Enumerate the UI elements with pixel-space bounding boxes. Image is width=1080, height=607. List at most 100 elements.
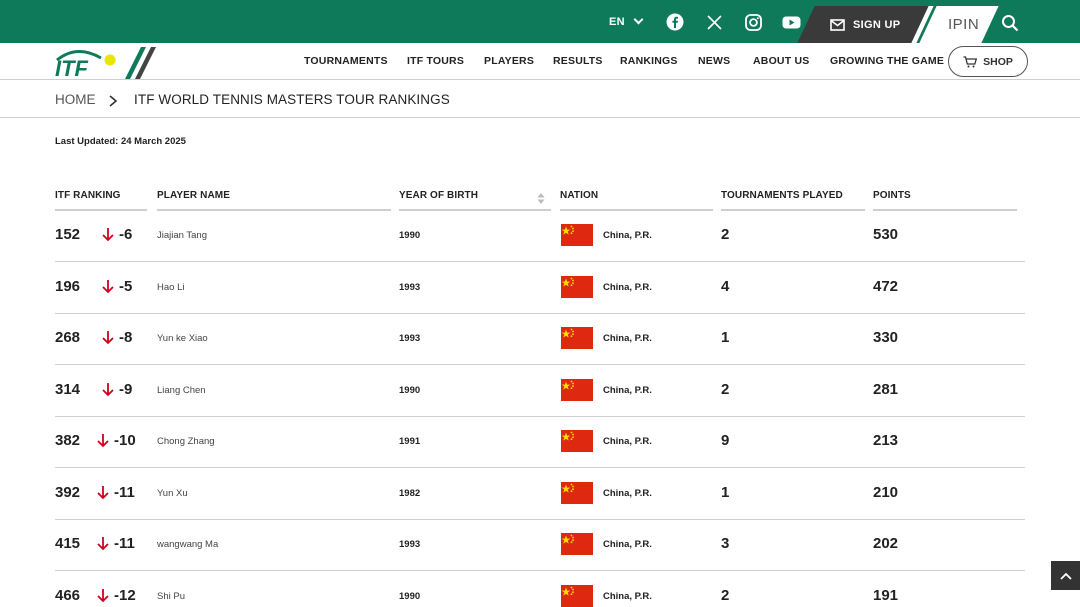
player-name-link[interactable]: Shi Pu — [157, 591, 185, 602]
points-value: 472 — [873, 277, 899, 295]
ranking-value: 415 — [55, 535, 81, 552]
nav-itf-tours[interactable]: ITF TOURS — [407, 55, 464, 67]
col-header-player-name[interactable]: PLAYER NAME — [157, 190, 230, 201]
col-header-year-of-birth[interactable]: YEAR OF BIRTH — [399, 190, 478, 201]
table-row[interactable]: 382 -10 Chong Zhang 1991 China, P.R. 9 213 — [55, 417, 1025, 468]
ranking-value: 382 — [55, 432, 81, 449]
ipin-link[interactable]: IPIN — [948, 6, 979, 43]
points-value: 281 — [873, 380, 899, 398]
col-header-points[interactable]: POINTS — [873, 190, 911, 201]
signup-button[interactable]: SIGN UP — [830, 6, 900, 43]
breadcrumb-home[interactable]: HOME — [55, 92, 96, 107]
tournaments-played: 2 — [721, 226, 730, 243]
instagram-icon[interactable] — [743, 12, 763, 32]
table-row[interactable]: 466 -12 Shi Pu 1990 China, P.R. 2 191 — [55, 572, 1025, 607]
tournaments-played: 9 — [721, 432, 730, 449]
table-row[interactable]: 314 -9 Liang Chen 1990 China, P.R. 2 281 — [55, 366, 1025, 417]
shop-button[interactable]: SHOP — [948, 46, 1028, 77]
year-of-birth: 1993 — [399, 333, 421, 344]
tournaments-played: 4 — [721, 277, 730, 295]
player-name-link[interactable]: wangwang Ma — [157, 539, 218, 550]
year-of-birth: 1990 — [399, 230, 421, 241]
year-of-birth: 1982 — [399, 487, 421, 499]
table-row[interactable]: 196 -5 Hao Li 1993 China, P.R. 4 472 — [55, 263, 1025, 314]
points-value: 202 — [873, 535, 899, 552]
china-flag-icon — [561, 327, 593, 349]
arrow-down-icon — [97, 588, 109, 603]
nav-news[interactable]: NEWS — [698, 55, 730, 67]
col-header-ranking[interactable]: ITF RANKING — [55, 190, 121, 201]
player-name-link[interactable]: Yun ke Xiao — [157, 333, 208, 344]
language-label: EN — [609, 15, 625, 28]
chevron-up-icon — [1059, 572, 1072, 580]
ranking-movement: -6 — [119, 226, 133, 243]
arrow-down-icon — [97, 536, 109, 551]
facebook-icon[interactable] — [665, 12, 685, 32]
arrow-down-icon — [97, 485, 109, 500]
tournaments-played: 3 — [721, 535, 730, 552]
arrow-down-icon — [102, 279, 114, 294]
cart-icon — [963, 55, 978, 67]
ranking-value: 268 — [55, 329, 81, 346]
table-row[interactable]: 152 -6 Jiajian Tang 1990 China, P.R. 2 530 — [55, 211, 1025, 262]
ranking-value: 152 — [55, 226, 81, 243]
envelope-icon — [830, 18, 845, 31]
year-of-birth: 1993 — [399, 281, 421, 293]
nation-name: China, P.R. — [603, 590, 652, 602]
sort-icon[interactable] — [537, 192, 545, 205]
nation-name: China, P.R. — [603, 487, 652, 499]
nation-name: China, P.R. — [603, 281, 652, 293]
player-name-link[interactable]: Yun Xu — [157, 488, 188, 499]
player-name-link[interactable]: Hao Li — [157, 282, 184, 293]
player-name-link[interactable]: Jiajian Tang — [157, 230, 207, 241]
arrow-down-icon — [102, 330, 114, 345]
tournaments-played: 1 — [721, 483, 730, 501]
points-value: 530 — [873, 226, 899, 243]
ranking-value: 392 — [55, 483, 81, 501]
year-of-birth: 1991 — [399, 436, 421, 447]
col-header-nation[interactable]: NATION — [560, 190, 598, 201]
ranking-movement: -9 — [119, 380, 133, 398]
search-icon[interactable] — [1001, 14, 1019, 32]
points-value: 213 — [873, 432, 899, 449]
player-name-link[interactable]: Chong Zhang — [157, 436, 215, 447]
youtube-icon[interactable] — [781, 12, 801, 32]
nav-rankings[interactable]: RANKINGS — [620, 55, 678, 67]
col-header-tournaments-played[interactable]: TOURNAMENTS PLAYED — [721, 190, 843, 201]
nav-players[interactable]: PLAYERS — [484, 55, 534, 67]
nav-about-us[interactable]: ABOUT US — [753, 55, 809, 67]
ranking-value: 314 — [55, 380, 81, 398]
tournaments-played: 2 — [721, 586, 730, 604]
breadcrumb-current: ITF WORLD TENNIS MASTERS TOUR RANKINGS — [134, 92, 450, 107]
china-flag-icon — [561, 224, 593, 246]
svg-text:ITF: ITF — [55, 56, 89, 80]
china-flag-icon — [561, 430, 593, 452]
table-row[interactable]: 268 -8 Yun ke Xiao 1993 China, P.R. 1 330 — [55, 314, 1025, 365]
shop-label: SHOP — [983, 55, 1013, 68]
ranking-movement: -8 — [119, 329, 133, 346]
nation-name: China, P.R. — [603, 436, 652, 447]
points-value: 191 — [873, 586, 899, 604]
tournaments-played: 1 — [721, 329, 730, 346]
player-name-link[interactable]: Liang Chen — [157, 385, 206, 396]
nation-name: China, P.R. — [603, 230, 652, 241]
points-value: 330 — [873, 329, 899, 346]
china-flag-icon — [561, 533, 593, 555]
arrow-down-icon — [102, 227, 114, 242]
nav-growing-the-game[interactable]: GROWING THE GAME — [830, 55, 944, 67]
ranking-value: 466 — [55, 586, 81, 604]
itf-logo[interactable]: ITF — [55, 46, 165, 81]
last-updated: Last Updated: 24 March 2025 — [55, 136, 186, 147]
china-flag-icon — [561, 275, 593, 298]
arrow-down-icon — [97, 433, 109, 448]
year-of-birth: 1993 — [399, 539, 421, 550]
language-selector[interactable]: EN — [609, 0, 644, 43]
chevron-right-icon — [108, 94, 118, 107]
x-icon[interactable] — [704, 12, 724, 32]
nav-tournaments[interactable]: TOURNAMENTS — [304, 55, 388, 67]
nation-name: China, P.R. — [603, 539, 652, 550]
table-row[interactable]: 415 -11 wangwang Ma 1993 China, P.R. 3 202 — [55, 520, 1025, 571]
scroll-to-top-button[interactable] — [1051, 561, 1080, 590]
nav-results[interactable]: RESULTS — [553, 55, 603, 67]
table-row[interactable]: 392 -11 Yun Xu 1982 China, P.R. 1 210 — [55, 469, 1025, 520]
